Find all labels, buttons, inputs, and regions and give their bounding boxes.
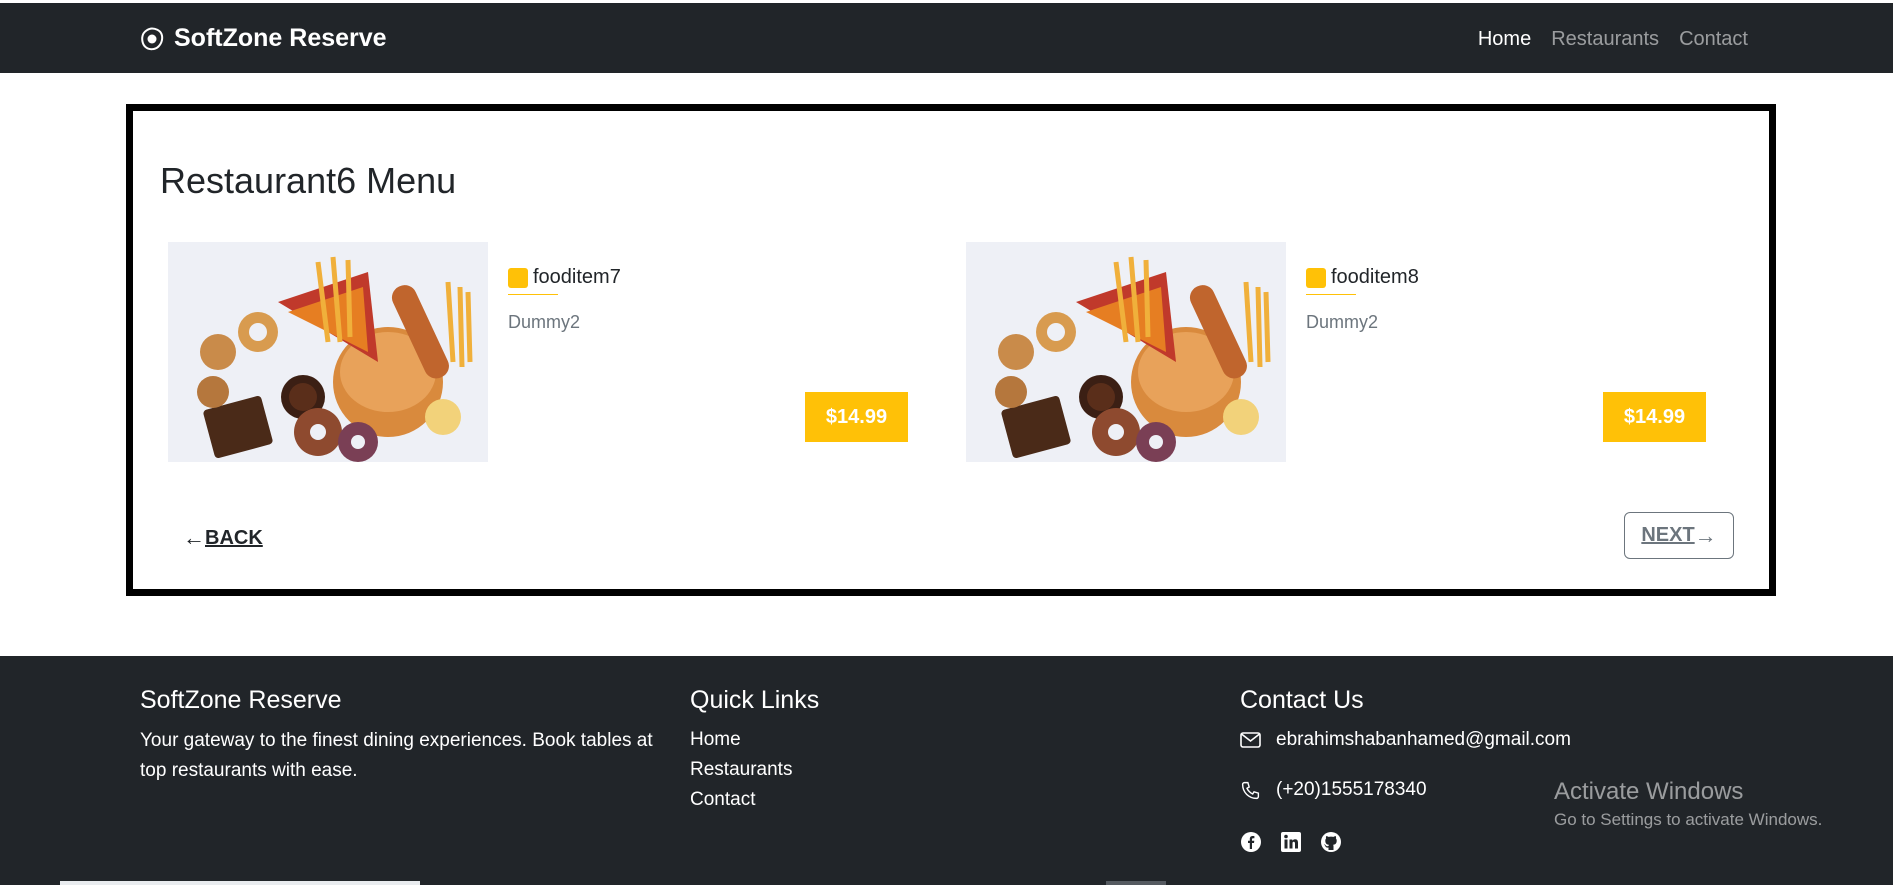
- phone-icon: [1241, 781, 1260, 799]
- arrow-left-icon: ←: [183, 525, 205, 550]
- contact-title: Contact Us: [1240, 686, 1364, 714]
- egg-icon: [140, 26, 164, 51]
- nav-link-contact[interactable]: Contact: [1679, 28, 1748, 51]
- food-name: fooditem8: [1331, 266, 1419, 288]
- food-description: Dummy2: [1306, 312, 1379, 332]
- nav-link-home[interactable]: Home: [1478, 28, 1531, 51]
- food-image: [168, 242, 488, 462]
- nav-links: Home Restaurants Contact: [1478, 28, 1748, 51]
- back-button[interactable]: ← BACK: [183, 525, 263, 551]
- food-name: fooditem7: [533, 266, 621, 288]
- footer-link-restaurants[interactable]: Restaurants: [690, 759, 792, 781]
- food-card: fooditem8 Dummy2 $14.99: [966, 242, 1706, 462]
- contact-email-row: ebrahimshabanhamed@gmail.com: [1240, 729, 1571, 751]
- next-label: NEXT: [1641, 524, 1695, 546]
- food-card: fooditem7 Dummy2 $14.99: [168, 242, 908, 462]
- contact-phone-row: (+20)1555178340: [1240, 779, 1427, 801]
- food-description: Dummy2: [508, 312, 581, 332]
- brand-link[interactable]: SoftZone Reserve: [140, 24, 387, 53]
- nav-link-restaurants[interactable]: Restaurants: [1551, 28, 1659, 51]
- divider: [508, 294, 558, 295]
- taskbar-edge: [60, 881, 420, 885]
- back-label: BACK: [205, 526, 263, 549]
- square-icon: [508, 267, 528, 288]
- navbar: SoftZone Reserve Home Restaurants Contac…: [0, 3, 1893, 73]
- windows-activation-watermark: Activate Windows Go to Settings to activ…: [1554, 778, 1822, 830]
- footer-link-home[interactable]: Home: [690, 729, 741, 751]
- contact-phone: (+20)1555178340: [1276, 779, 1427, 800]
- price-button[interactable]: $14.99: [805, 392, 908, 442]
- price-button[interactable]: $14.99: [1603, 392, 1706, 442]
- quick-links-title: Quick Links: [690, 686, 820, 714]
- footer: SoftZone Reserve Your gateway to the fin…: [0, 656, 1893, 885]
- taskbar-edge: [1106, 881, 1166, 885]
- linkedin-icon[interactable]: [1280, 831, 1302, 853]
- watermark-subtitle: Go to Settings to activate Windows.: [1554, 810, 1823, 829]
- envelope-icon: [1240, 732, 1261, 748]
- next-button[interactable]: NEXT →: [1624, 512, 1734, 559]
- brand-name: SoftZone Reserve: [174, 24, 387, 52]
- square-icon: [1306, 267, 1326, 288]
- github-icon[interactable]: [1320, 831, 1342, 853]
- watermark-title: Activate Windows: [1554, 778, 1744, 805]
- arrow-right-icon: →: [1694, 522, 1717, 548]
- social-links: [1240, 831, 1342, 853]
- footer-brand-title: SoftZone Reserve: [140, 686, 342, 714]
- facebook-icon[interactable]: [1240, 831, 1262, 853]
- food-image: [966, 242, 1286, 462]
- footer-link-contact[interactable]: Contact: [690, 789, 755, 811]
- page-title: Restaurant6 Menu: [160, 160, 457, 201]
- divider: [1306, 294, 1356, 295]
- contact-email: ebrahimshabanhamed@gmail.com: [1276, 729, 1571, 750]
- footer-about-text: Your gateway to the finest dining experi…: [140, 730, 653, 781]
